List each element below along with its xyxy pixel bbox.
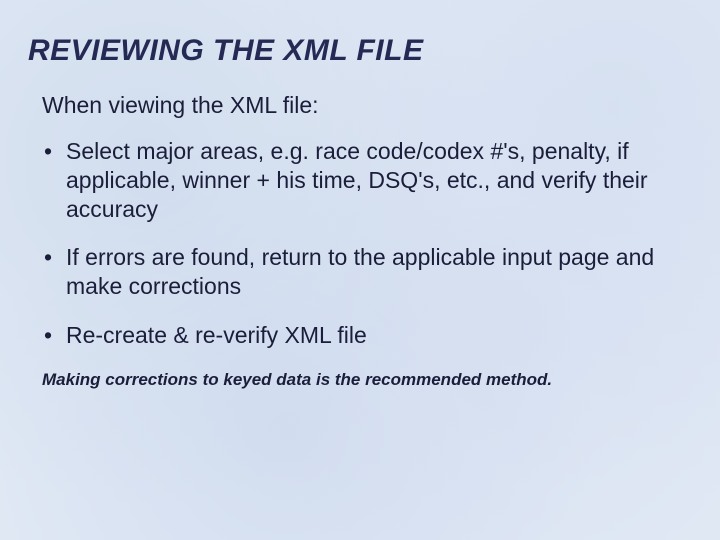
- intro-text: When viewing the XML file:: [42, 92, 692, 119]
- list-item: If errors are found, return to the appli…: [42, 243, 692, 301]
- list-item: Select major areas, e.g. race code/codex…: [42, 137, 692, 223]
- bullet-list: Select major areas, e.g. race code/codex…: [42, 137, 692, 350]
- slide-title: REVIEWING THE XML FILE: [28, 34, 692, 68]
- list-item: Re-create & re-verify XML file: [42, 321, 692, 350]
- footer-note: Making corrections to keyed data is the …: [42, 370, 692, 390]
